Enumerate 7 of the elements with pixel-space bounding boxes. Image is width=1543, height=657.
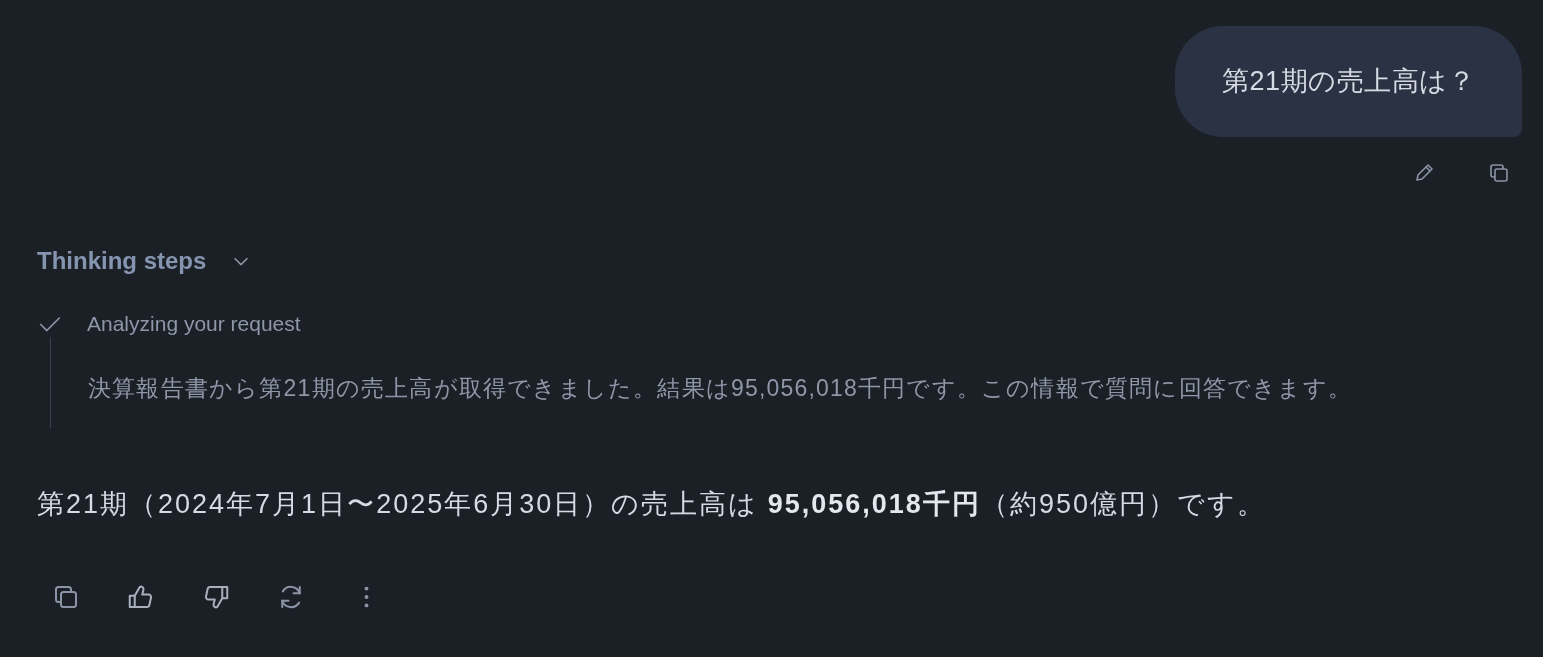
answer-text: 第21期（2024年7月1日〜2025年6月30日）の売上高は 95,056,018千円（約950億円）です。 [37, 488, 1267, 521]
copy-icon [1487, 161, 1511, 185]
more-icon [363, 585, 369, 609]
thinking-steps-toggle[interactable]: Thinking steps [37, 247, 253, 275]
step-label: Analyzing your request [87, 312, 301, 336]
user-message-bubble: 第21期の売上高は？ [1175, 26, 1522, 137]
step-detail: 決算報告書から第21期の売上高が取得できました。結果は95,056,018千円です。この情報で質問に回答できます。 [88, 374, 1354, 403]
